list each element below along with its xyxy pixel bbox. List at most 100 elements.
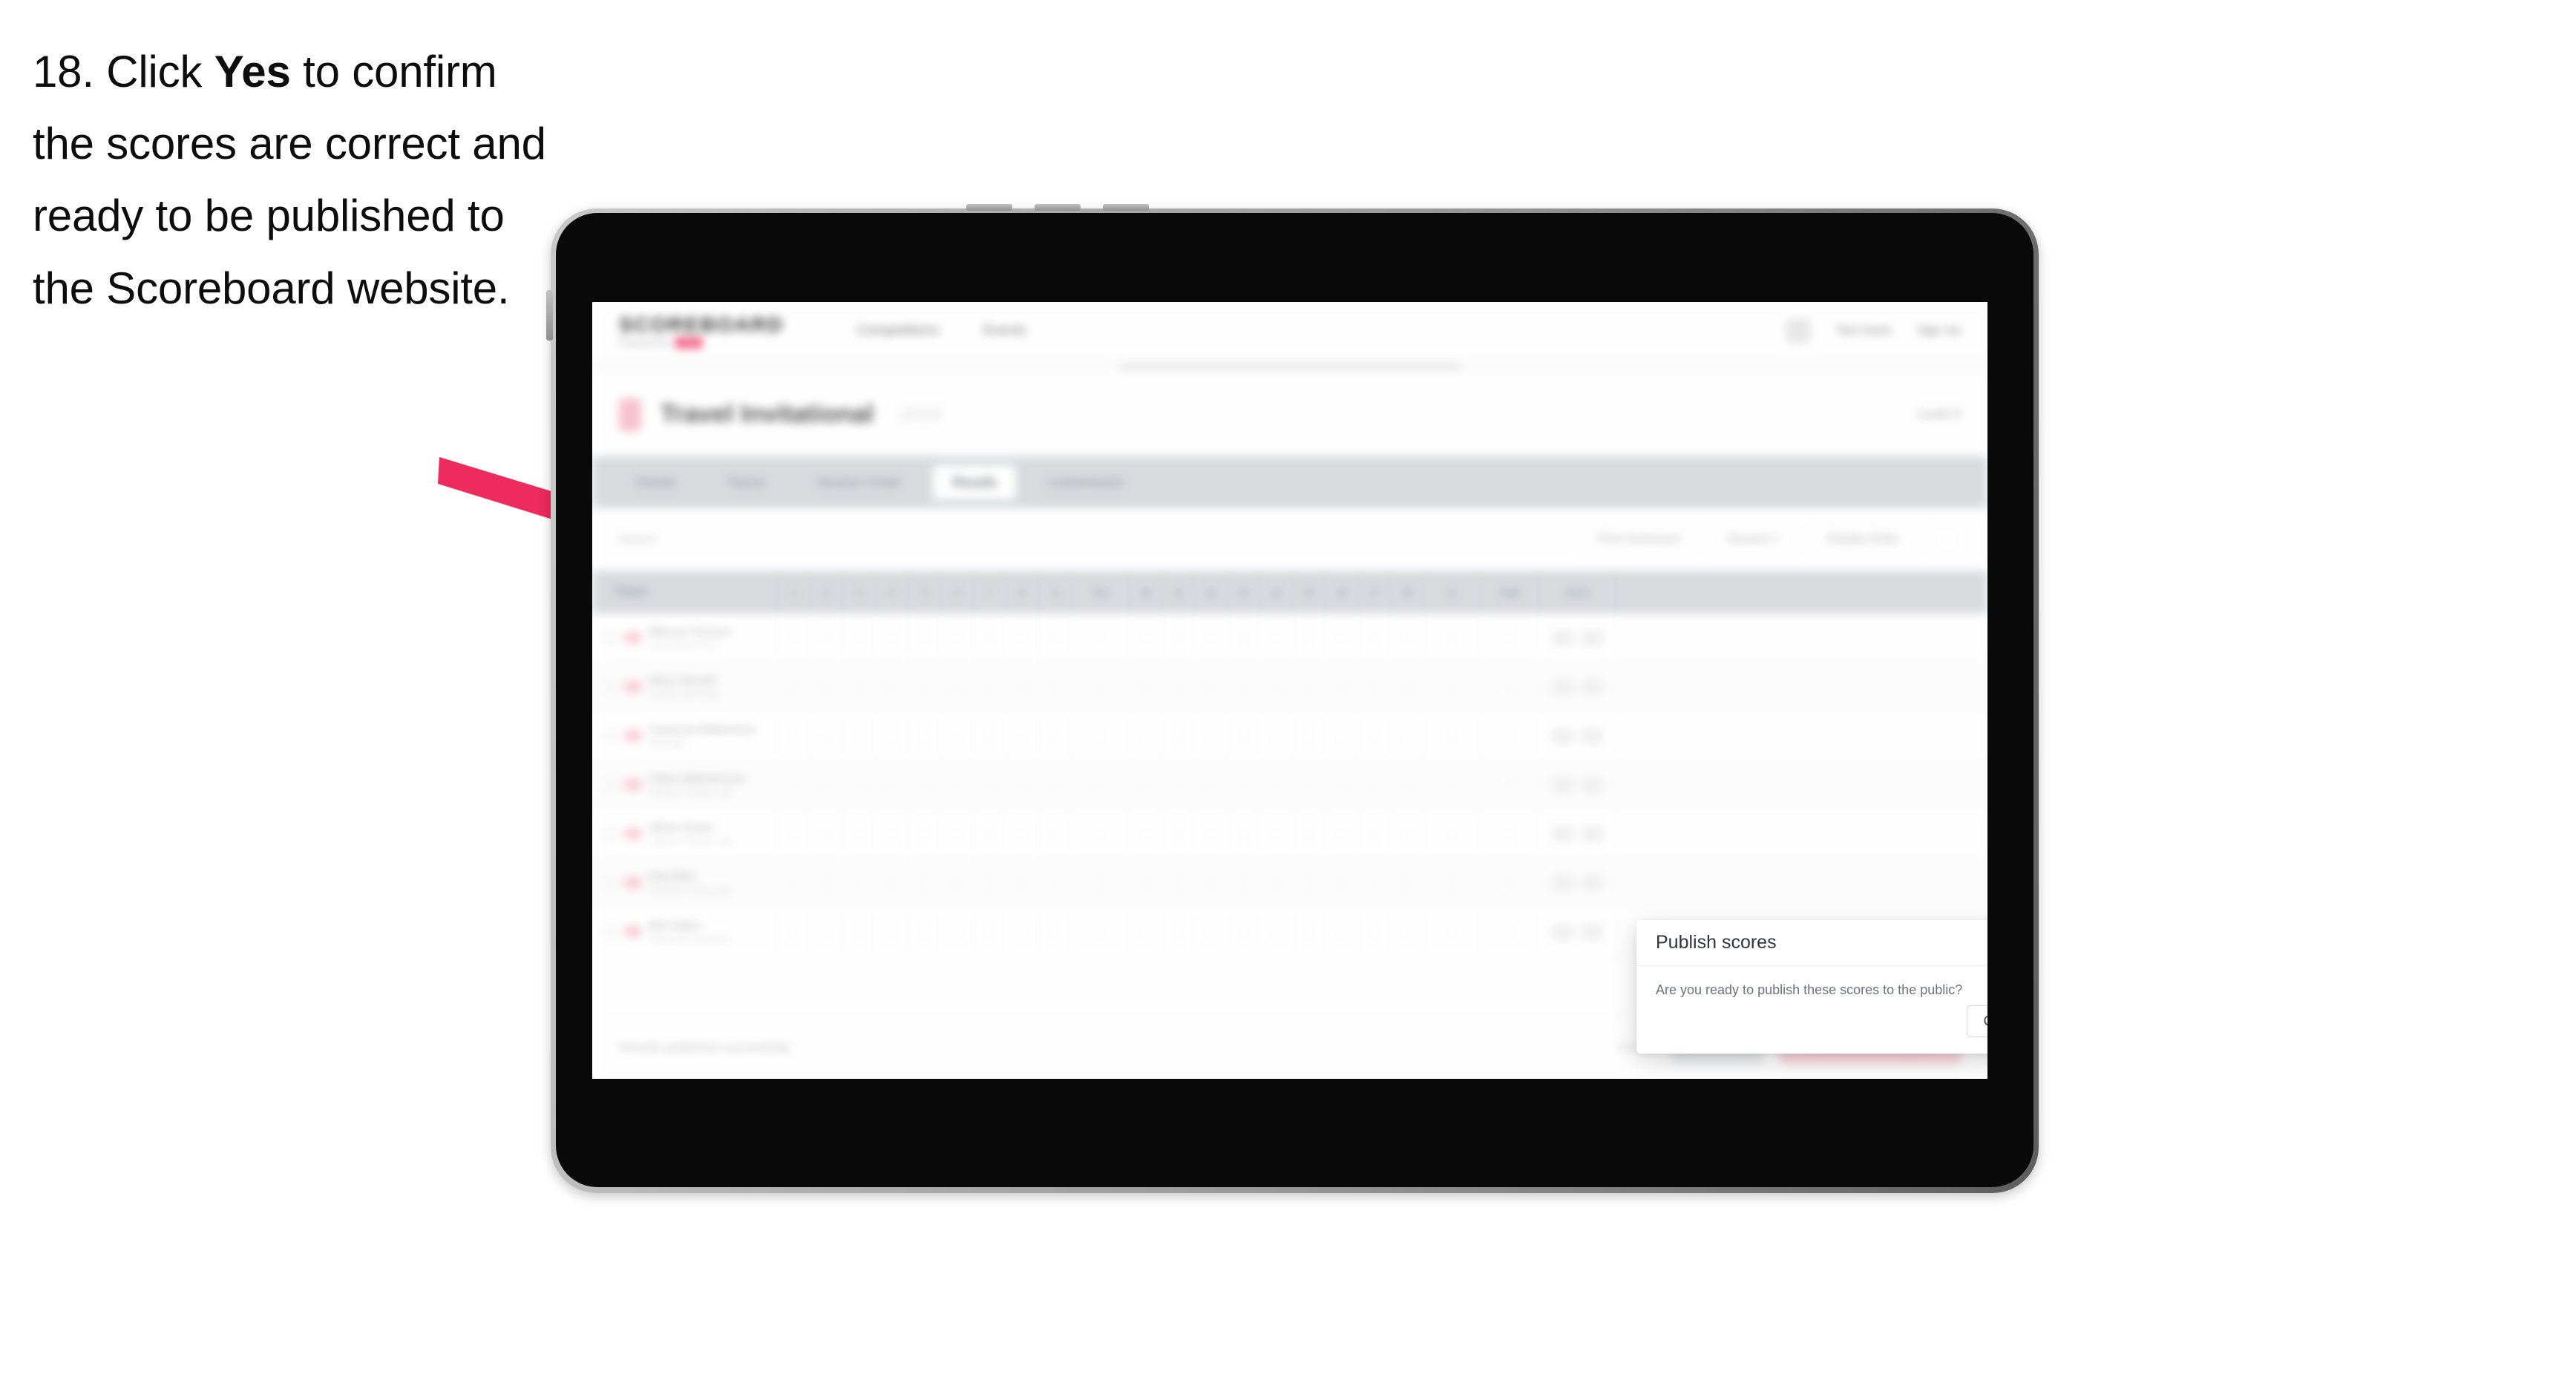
table-cell-hole-18[interactable]: – <box>1391 907 1423 956</box>
table-cell-hole-4[interactable]: – <box>876 663 908 711</box>
table-cell-hole-14[interactable]: – <box>1260 761 1293 809</box>
table-cell-hole-6[interactable]: – <box>941 761 974 809</box>
table-cell-hole-17[interactable]: – <box>1358 809 1391 858</box>
table-cell-hole-2[interactable]: – <box>810 663 843 711</box>
search-input[interactable]: Search <box>617 532 1567 547</box>
table-cell-score[interactable]: –– –– <box>1539 712 1616 760</box>
nav-link-competitions[interactable]: Competitions <box>856 323 939 339</box>
table-cell-hole-10[interactable]: – <box>1130 761 1162 809</box>
table-cell-hole-2[interactable]: – <box>810 712 843 760</box>
tab-results[interactable]: Results <box>933 464 1017 500</box>
table-cell-hole-17[interactable]: – <box>1358 712 1391 760</box>
table-cell-score[interactable]: –– –– <box>1539 858 1616 907</box>
table-cell-hole-16[interactable]: – <box>1325 761 1358 809</box>
table-row[interactable]: Rhys Parnell Coastal Golf Club – – – – – – – – – – –… <box>592 663 1987 712</box>
table-cell-hole-12[interactable]: – <box>1195 614 1228 662</box>
table-cell-hole-13[interactable]: – <box>1228 809 1260 858</box>
table-cell-hole-10[interactable]: – <box>1130 907 1162 956</box>
table-cell-in[interactable]: – <box>1423 761 1481 809</box>
table-cell-hole-17[interactable]: – <box>1358 663 1391 711</box>
nav-link-events[interactable]: Events <box>983 323 1026 339</box>
table-cell-hole-8[interactable]: – <box>1006 907 1039 956</box>
table-cell-hole-1[interactable]: – <box>778 907 810 956</box>
table-cell-out[interactable]: – <box>1072 809 1130 858</box>
table-cell-hole-10[interactable]: – <box>1130 858 1162 907</box>
table-cell-hole-16[interactable]: – <box>1325 907 1358 956</box>
table-cell-hole-3[interactable]: – <box>843 809 876 858</box>
table-cell-hole-16[interactable]: – <box>1325 858 1358 907</box>
table-cell-in[interactable]: – <box>1423 858 1481 907</box>
avatar[interactable] <box>1785 318 1811 344</box>
table-cell-hole-5[interactable]: – <box>908 761 941 809</box>
table-cell-hole-10[interactable]: – <box>1130 712 1162 760</box>
table-cell-hole-5[interactable]: – <box>908 663 941 711</box>
tab-teams[interactable]: Teams <box>707 465 785 500</box>
table-cell-hole-11[interactable]: – <box>1162 809 1195 858</box>
table-cell-hole-3[interactable]: – <box>843 614 876 662</box>
table-cell-hole-10[interactable]: – <box>1130 663 1162 711</box>
table-cell-hole-15[interactable]: – <box>1293 712 1325 760</box>
table-cell-hole-6[interactable]: – <box>941 712 974 760</box>
account-label[interactable]: Test Users <box>1836 324 1892 338</box>
table-cell-hole-7[interactable]: – <box>974 761 1006 809</box>
table-cell-hole-5[interactable]: – <box>908 809 941 858</box>
table-cell-hole-13[interactable]: – <box>1228 858 1260 907</box>
cancel-button[interactable]: Cancel <box>1966 1005 1987 1037</box>
filter-icon-button[interactable] <box>1930 524 1962 555</box>
table-cell-hole-4[interactable]: – <box>876 761 908 809</box>
table-cell-hole-12[interactable]: – <box>1195 712 1228 760</box>
table-cell-hole-8[interactable]: – <box>1006 809 1039 858</box>
table-cell-hole-13[interactable]: – <box>1228 663 1260 711</box>
table-cell-hole-9[interactable]: – <box>1039 809 1072 858</box>
table-cell-hole-11[interactable]: – <box>1162 761 1195 809</box>
table-cell-hole-14[interactable]: – <box>1260 858 1293 907</box>
table-cell-hole-2[interactable]: – <box>810 809 843 858</box>
table-cell-hole-7[interactable]: – <box>974 809 1006 858</box>
table-cell-hole-7[interactable]: – <box>974 712 1006 760</box>
table-cell-hole-6[interactable]: – <box>941 907 974 956</box>
table-cell-out[interactable]: – <box>1072 761 1130 809</box>
table-cell-hole-15[interactable]: – <box>1293 663 1325 711</box>
table-cell-hole-17[interactable]: – <box>1358 907 1391 956</box>
table-cell-hole-6[interactable]: – <box>941 614 974 662</box>
table-cell-hole-11[interactable]: – <box>1162 663 1195 711</box>
table-cell-hole-15[interactable]: – <box>1293 907 1325 956</box>
table-cell-hole-15[interactable]: – <box>1293 809 1325 858</box>
table-cell-out[interactable]: – <box>1072 858 1130 907</box>
table-cell-hole-18[interactable]: – <box>1391 712 1423 760</box>
table-cell-hole-12[interactable]: – <box>1195 858 1228 907</box>
table-cell-total[interactable]: – <box>1481 858 1539 907</box>
row-checkbox[interactable] <box>603 875 617 890</box>
table-cell-hole-15[interactable]: – <box>1293 614 1325 662</box>
table-cell-hole-1[interactable]: – <box>778 809 810 858</box>
table-cell-hole-11[interactable]: – <box>1162 858 1195 907</box>
table-cell-hole-14[interactable]: – <box>1260 663 1293 711</box>
table-cell-hole-1[interactable]: – <box>778 712 810 760</box>
table-cell-hole-15[interactable]: – <box>1293 761 1325 809</box>
table-cell-hole-9[interactable]: – <box>1039 858 1072 907</box>
table-cell-hole-1[interactable]: – <box>778 858 810 907</box>
table-cell-hole-1[interactable]: – <box>778 663 810 711</box>
table-cell-hole-13[interactable]: – <box>1228 907 1260 956</box>
table-cell-hole-10[interactable]: – <box>1130 809 1162 858</box>
table-cell-hole-2[interactable]: – <box>810 907 843 956</box>
table-cell-hole-3[interactable]: – <box>843 761 876 809</box>
table-cell-hole-13[interactable]: – <box>1228 761 1260 809</box>
table-cell-hole-8[interactable]: – <box>1006 761 1039 809</box>
table-cell-hole-8[interactable]: – <box>1006 663 1039 711</box>
table-cell-out[interactable]: – <box>1072 663 1130 711</box>
table-cell-total[interactable]: – <box>1481 809 1539 858</box>
row-checkbox[interactable] <box>603 679 617 694</box>
table-cell-hole-5[interactable]: – <box>908 907 941 956</box>
table-cell-in[interactable]: – <box>1423 809 1481 858</box>
table-cell-hole-11[interactable]: – <box>1162 614 1195 662</box>
row-checkbox[interactable] <box>603 826 617 841</box>
table-cell-in[interactable]: – <box>1423 614 1481 662</box>
table-cell-total[interactable]: – <box>1481 614 1539 662</box>
table-cell-hole-1[interactable]: – <box>778 614 810 662</box>
app-brand[interactable]: SCOREBOARD Powered by LIVE <box>619 313 784 348</box>
table-row[interactable]: Chloe Waterhouse Hillview Country Club – – –… <box>592 761 1987 809</box>
table-cell-hole-14[interactable]: – <box>1260 614 1293 662</box>
table-cell-hole-15[interactable]: – <box>1293 858 1325 907</box>
table-cell-hole-8[interactable]: – <box>1006 858 1039 907</box>
